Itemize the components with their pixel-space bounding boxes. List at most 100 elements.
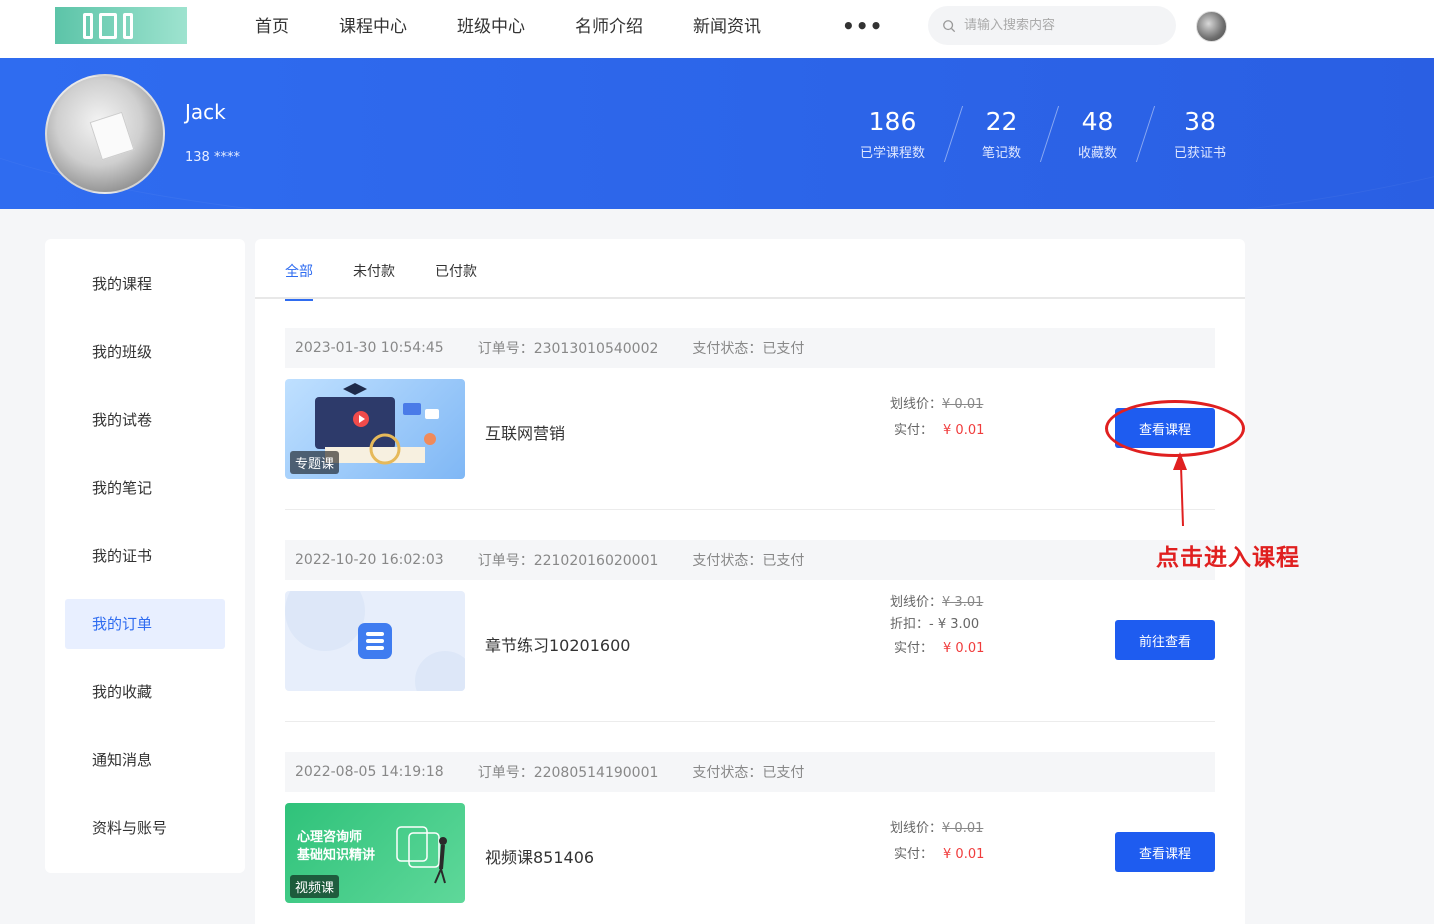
user-avatar[interactable] [45,74,165,194]
paid-label: 实付： [894,641,934,656]
logo-mark [123,12,133,39]
price-info: 划线价：¥ 0.01 实付： ¥ 0.01 [890,392,984,444]
nav-home[interactable]: 首页 [255,14,289,40]
paid-label: 实付： [894,423,934,438]
course-type-badge: 视频课 [290,875,340,898]
stat-divider [1039,106,1060,162]
stat-favorites: 48 收藏数 [1078,106,1117,161]
annotation-ellipse [1105,400,1245,457]
order-number: 订单号：23013010540002 [477,341,659,357]
sidebar-item-my-favorites[interactable]: 我的收藏 [65,667,225,717]
order-time: 2022-08-05 14:19:18 [295,764,444,780]
nav-class-center[interactable]: 班级中心 [457,14,525,40]
list-price: ¥ 3.01 [942,595,984,610]
nav-teachers[interactable]: 名师介绍 [575,14,643,40]
document-icon [285,591,465,691]
user-phone: 138 **** [185,150,240,165]
discount-value: - ¥ 3.00 [929,617,980,632]
stat-value: 38 [1184,107,1216,136]
sidebar: 我的课程 我的班级 我的试卷 我的笔记 我的证书 我的订单 我的收藏 通知消息 … [45,239,245,873]
order-header: 2022-08-05 14:19:18 订单号：22080514190001 支… [285,752,1215,792]
order-header: 2023-01-30 10:54:45 订单号：23013010540002 支… [285,328,1215,368]
price-info: 划线价：¥ 3.01 折扣：- ¥ 3.00 实付： ¥ 0.01 [890,592,984,662]
discount-label: 折扣： [890,617,930,632]
order-status: 支付状态：已支付 [692,341,805,357]
sidebar-item-my-exams[interactable]: 我的试卷 [65,395,225,445]
course-thumbnail[interactable]: 专题课 [285,379,465,479]
course-thumbnail[interactable]: 心理咨询师 基础知识精讲 视频课 [285,803,465,903]
annotation-arrow-icon [1173,452,1187,527]
search-box [928,6,1176,45]
paid-price-row: 实付： ¥ 0.01 [890,842,984,868]
logo-mark [99,12,117,39]
sidebar-item-my-classes[interactable]: 我的班级 [65,327,225,377]
nav-course-center[interactable]: 课程中心 [339,14,407,40]
search-input[interactable] [964,18,1164,33]
list-price-row: 划线价：¥ 3.01 [890,592,984,614]
nav-news[interactable]: 新闻资讯 [693,14,761,40]
tab-unpaid[interactable]: 未付款 [353,239,395,299]
sidebar-item-my-courses[interactable]: 我的课程 [65,259,225,309]
sidebar-item-my-notes[interactable]: 我的笔记 [65,463,225,513]
course-type-badge: 专题课 [290,451,340,474]
stat-value: 48 [1081,107,1114,136]
tab-paid[interactable]: 已付款 [435,239,477,299]
paid-price-row: 实付： ¥ 0.01 [890,418,984,444]
order-card: 2022-10-20 16:02:03 订单号：22102016020001 支… [285,540,1215,722]
stat-notes: 22 笔记数 [982,106,1021,161]
order-divider [285,509,1215,510]
list-price-label: 划线价： [890,821,943,836]
order-body: 专题课 互联网营销 划线价：¥ 0.01 实付： ¥ 0.01 查看课程 [285,368,1215,510]
order-header: 2022-10-20 16:02:03 订单号：22102016020001 支… [285,540,1215,580]
sidebar-item-account[interactable]: 资料与账号 [65,803,225,853]
view-course-button[interactable]: 查看课程 [1115,832,1215,872]
more-icon[interactable]: ••• [842,14,883,38]
header-avatar[interactable] [1196,11,1227,42]
annotation-text: 点击进入课程 [1156,544,1300,571]
stat-label: 笔记数 [982,146,1022,161]
logo-mark [83,12,93,39]
main-nav: 首页 课程中心 班级中心 名师介绍 新闻资讯 [255,14,811,40]
course-name[interactable]: 互联网营销 [485,420,565,444]
order-body: 心理咨询师 基础知识精讲 视频课 视频课851406 划线价：¥ 0.01 实付… [285,792,1215,924]
paid-price: ¥ 0.01 [943,423,985,438]
stat-courses: 186 已学课程数 [860,106,925,161]
list-price: ¥ 0.01 [942,821,984,836]
price-info: 划线价：¥ 0.01 实付： ¥ 0.01 [890,816,984,868]
list-price-row: 划线价：¥ 0.01 [890,816,984,842]
stat-certificates: 38 已获证书 [1174,106,1226,161]
go-view-button[interactable]: 前往查看 [1115,620,1215,660]
stat-label: 已学课程数 [860,146,926,161]
course-thumbnail[interactable] [285,591,465,691]
user-name: Jack [185,100,226,124]
order-number: 订单号：22102016020001 [477,553,659,569]
order-divider [285,721,1215,722]
order-body: 章节练习10201600 划线价：¥ 3.01 折扣：- ¥ 3.00 实付： ¥… [285,580,1215,722]
order-status: 支付状态：已支付 [692,553,805,569]
order-tabs: 全部 未付款 已付款 [255,239,1245,301]
course-name[interactable]: 视频课851406 [485,844,594,868]
stat-label: 收藏数 [1078,146,1118,161]
sidebar-item-my-orders[interactable]: 我的订单 [65,599,225,649]
stat-divider [943,106,964,162]
order-card: 2022-08-05 14:19:18 订单号：22080514190001 支… [285,752,1215,924]
search-icon [943,19,956,32]
order-time: 2022-10-20 16:02:03 [295,552,444,568]
list-price-row: 划线价：¥ 0.01 [890,392,984,418]
order-status: 支付状态：已支付 [692,765,805,781]
tab-all[interactable]: 全部 [285,239,313,301]
profile-stats: 186 已学课程数 22 笔记数 48 收藏数 38 已获证书 [860,106,1226,162]
list-price: ¥ 0.01 [942,397,984,412]
discount-row: 折扣：- ¥ 3.00 [890,614,984,636]
profile-banner: Jack 138 **** 186 已学课程数 22 笔记数 48 收藏数 38… [0,58,1434,209]
course-name[interactable]: 章节练习10201600 [485,632,630,656]
paid-price-row: 实付： ¥ 0.01 [890,636,984,662]
paid-label: 实付： [894,847,934,862]
order-number: 订单号：22080514190001 [477,765,659,781]
stat-value: 186 [868,107,917,136]
site-logo[interactable] [55,7,187,44]
sidebar-item-my-certificates[interactable]: 我的证书 [65,531,225,581]
paid-price: ¥ 0.01 [943,641,985,656]
stat-value: 22 [985,107,1018,136]
sidebar-item-notifications[interactable]: 通知消息 [65,735,225,785]
